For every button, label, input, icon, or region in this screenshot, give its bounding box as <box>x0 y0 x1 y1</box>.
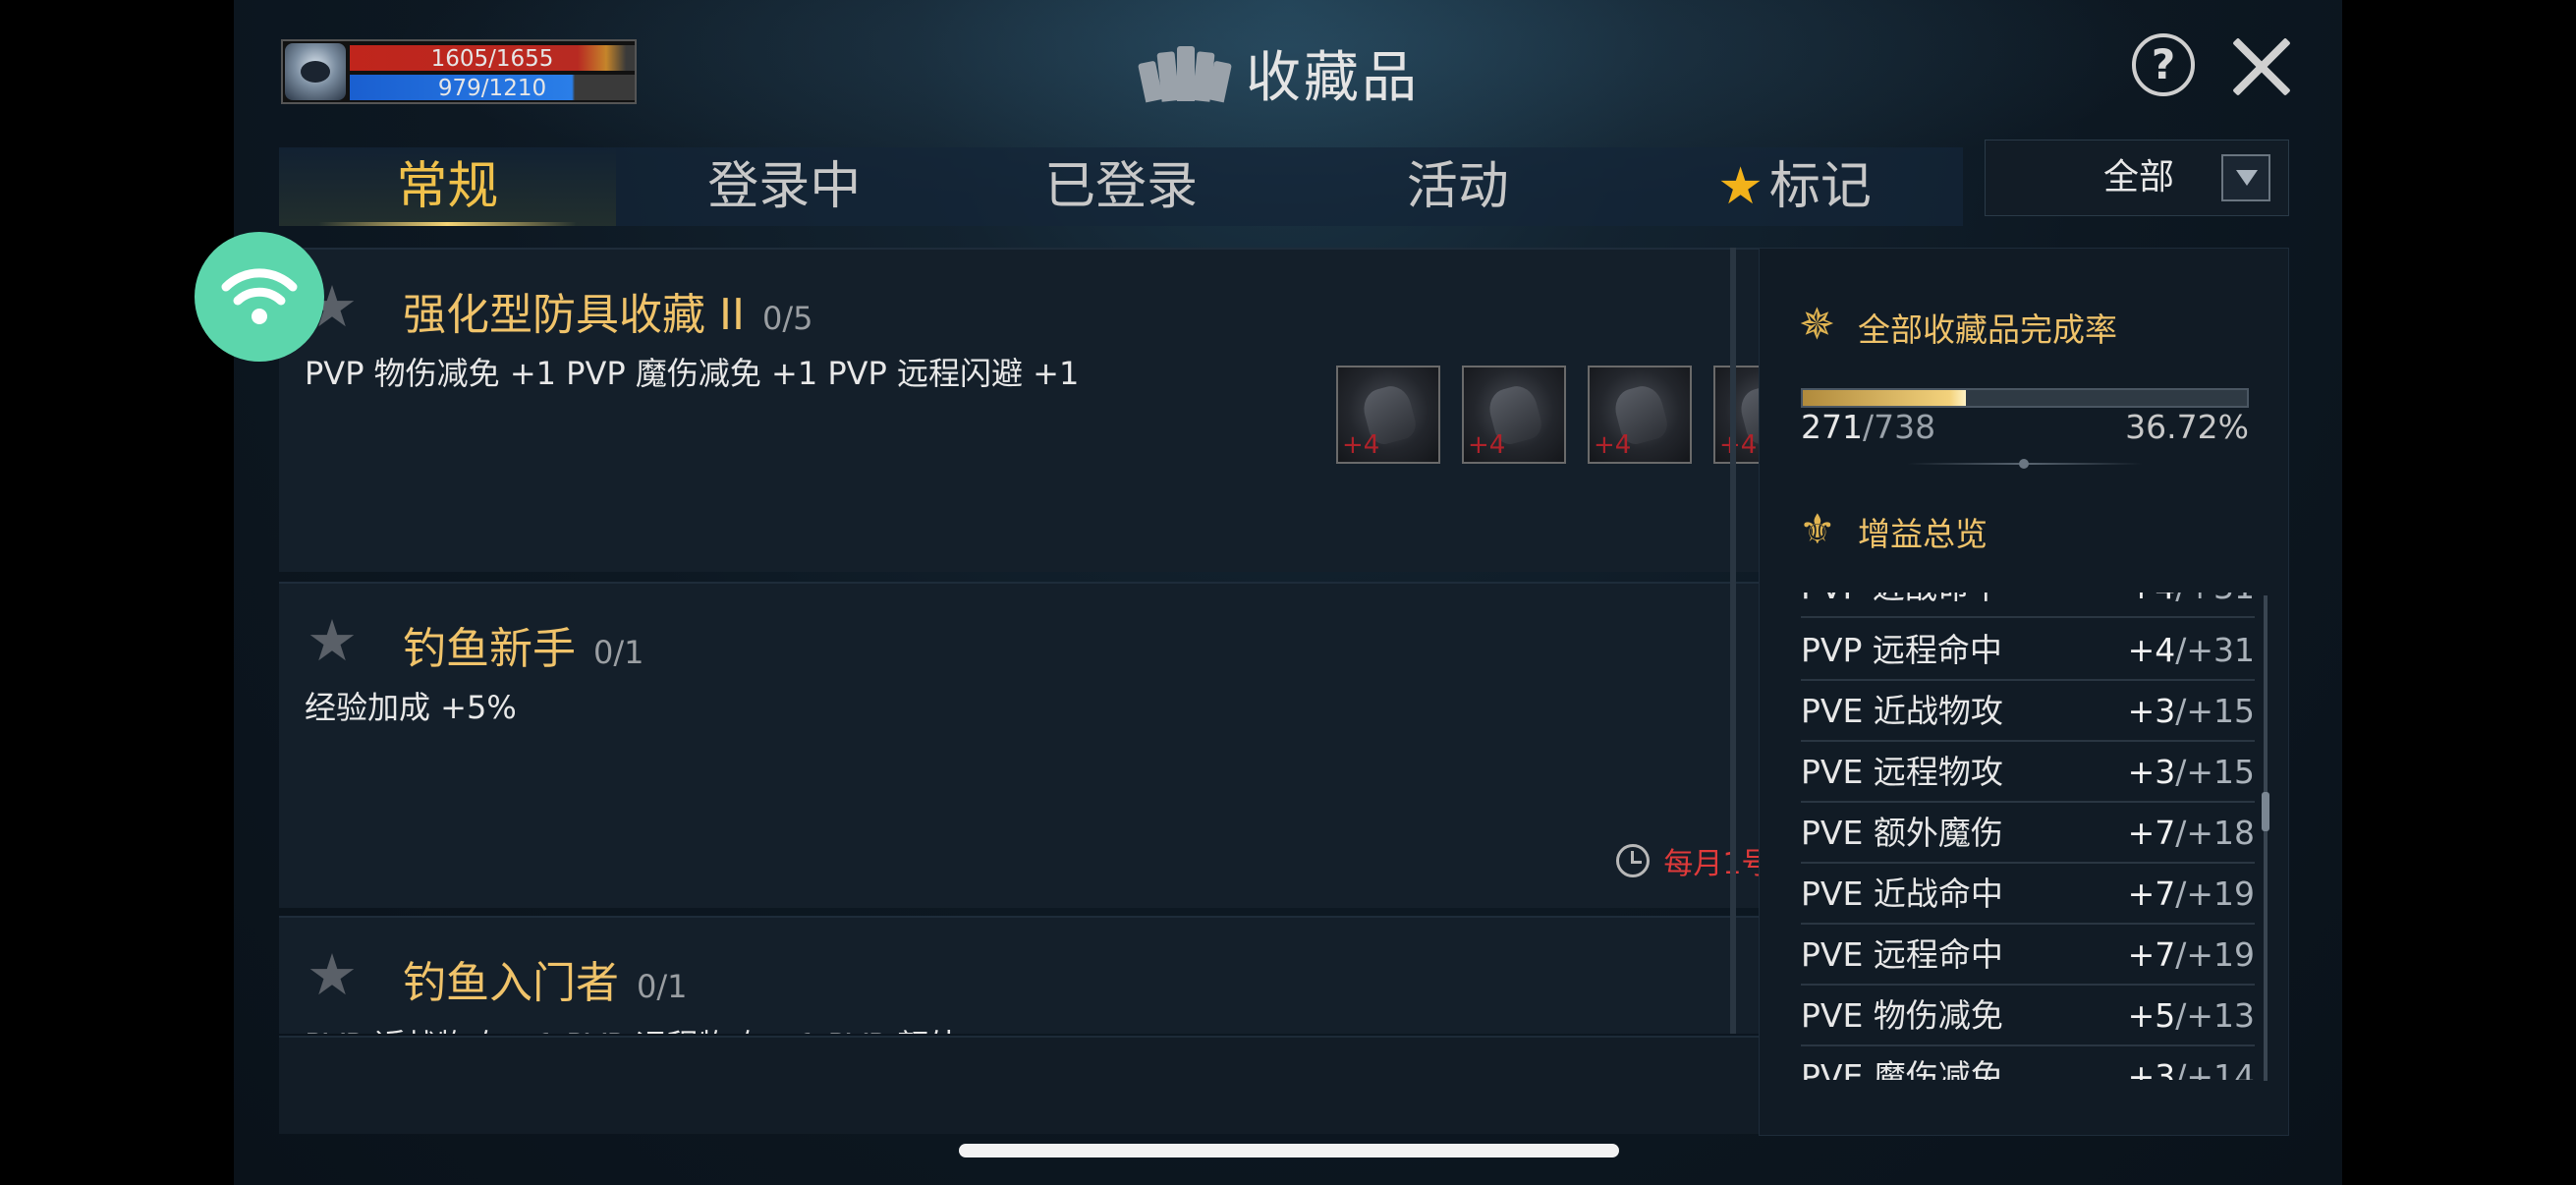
ornament-divider <box>1907 459 2143 469</box>
completion-panel: 全部收藏品完成率 271/738 36.72% 增益总览 PVP 近战命中+4/… <box>1759 248 2289 1136</box>
armor-item-slot[interactable]: +4 <box>1336 366 1440 464</box>
buff-row: PVE 近战命中 +7/+19 <box>1801 864 2255 925</box>
armor-item-slot[interactable]: +4 <box>1588 366 1692 464</box>
close-icon[interactable] <box>2228 33 2295 100</box>
armor-item-slot[interactable]: +4 <box>1462 366 1566 464</box>
buff-row: PVE 近战物攻 +3/+15 <box>1801 681 2255 742</box>
hp-text: 1605/1655 <box>430 46 554 72</box>
wifi-icon[interactable] <box>195 232 324 362</box>
collection-card[interactable]: ★ 钓鱼入门者0/1 PVP 近战物攻 +1 PVP 远程物攻 +1 PVP 额… <box>279 916 1963 1034</box>
filter-dropdown[interactable]: 全部 <box>1985 140 2289 216</box>
help-icon[interactable]: ? <box>2132 33 2195 96</box>
collection-list[interactable]: ★ 强化型防具收藏 II 0/5 PVP 物伤减免 +1 PVP 魔伤减免 +1 … <box>279 248 1977 1034</box>
buff-row: PVE 额外魔伤 +7/+18 <box>1801 803 2255 864</box>
home-indicator[interactable] <box>959 1144 1619 1157</box>
clock-icon <box>1616 844 1651 877</box>
page-title: 收藏品 <box>1246 45 1420 110</box>
tab-label: 已登录 <box>1043 157 1198 216</box>
collection-title: 钓鱼新手 0/1 <box>403 624 644 674</box>
mp-text: 979/1210 <box>437 76 547 101</box>
tab-general[interactable]: 常规 <box>279 147 616 226</box>
dropdown-arrow-icon[interactable] <box>2221 154 2270 201</box>
buff-row: PVE 远程物攻 +3/+15 <box>1801 742 2255 803</box>
progress-fill <box>1803 390 1966 406</box>
collection-title: 强化型防具收藏 II 0/5 <box>403 290 813 340</box>
completion-title: 全部收藏品完成率 <box>1858 310 2117 349</box>
filter-value: 全部 <box>2103 157 2175 198</box>
avatar[interactable] <box>285 43 346 100</box>
completion-count: 271/738 <box>1801 408 1936 446</box>
tab-registering[interactable]: 登录中 <box>616 147 953 226</box>
tab-event[interactable]: 活动 <box>1289 147 1626 226</box>
tab-registered[interactable]: 已登录 <box>953 147 1290 226</box>
tab-label: 标记 <box>1768 157 1872 216</box>
tab-label: 常规 <box>396 157 499 216</box>
buff-overview-title: 增益总览 <box>1858 515 1988 553</box>
buff-scrollbar-thumb[interactable] <box>2262 792 2269 831</box>
star-icon[interactable]: ★ <box>307 941 358 1008</box>
bottom-bar <box>279 1036 1977 1134</box>
page-header: 收藏品 <box>1138 33 1420 112</box>
buff-row: PVP 远程命中 +4/+31 <box>1801 620 2255 681</box>
buff-row: PVP 近战命中+4/+31 <box>1801 592 2255 618</box>
sun-icon <box>1799 304 1842 347</box>
mp-bar: 979/1210 <box>350 75 635 101</box>
buff-list[interactable]: PVP 近战命中+4/+31 PVP 远程命中+4/+31 PVE 近战物攻+3… <box>1801 592 2255 1080</box>
buff-row: PVE 魔伤减免 +3/+14 <box>1801 1046 2255 1080</box>
game-screen: 1605/1655 979/1210 收藏品 ? 常规 登录中 已登录 活动 ★… <box>234 0 2342 1185</box>
tab-marked[interactable]: ★ 标记 <box>1626 147 1963 226</box>
collection-count: 0/1 <box>593 634 644 671</box>
tab-bar: 常规 登录中 已登录 活动 ★ 标记 <box>279 147 1963 226</box>
fleur-de-lis-icon <box>1799 508 1842 551</box>
collection-title: 钓鱼入门者 0/1 <box>403 958 688 1008</box>
hp-bar: 1605/1655 <box>350 45 635 72</box>
tab-label: 登录中 <box>707 157 862 216</box>
collection-bonus: PVP 物伤减免 +1 PVP 魔伤减免 +1 PVP 远程闪避 +1 <box>305 355 1080 392</box>
collection-bonus: 经验加成 +5% <box>305 689 517 726</box>
tab-label: 活动 <box>1406 157 1509 216</box>
completion-percent: 36.72% <box>2125 408 2249 446</box>
list-scrollbar[interactable] <box>1730 248 1736 1034</box>
star-icon[interactable]: ★ <box>307 607 358 674</box>
collection-bonus: PVP 近战物攻 +1 PVP 远程物攻 +1 PVP 额外 <box>305 1020 1081 1034</box>
collection-count: 0/5 <box>761 300 813 337</box>
buff-scrollbar[interactable] <box>2264 595 2268 1081</box>
buff-row: PVE 物伤减免 +5/+13 <box>1801 986 2255 1046</box>
collection-card[interactable]: ★ 强化型防具收藏 II 0/5 PVP 物伤减免 +1 PVP 魔伤减免 +1 … <box>279 248 1963 572</box>
books-icon <box>1138 38 1232 107</box>
collection-count: 0/1 <box>637 968 688 1005</box>
star-icon: ★ <box>1717 157 1764 216</box>
completion-progress-bar <box>1801 388 2249 408</box>
collection-card[interactable]: ★ 钓鱼新手0/1 经验加成 +5% 10 每月1号 10:00 重置 <box>279 582 1963 908</box>
player-status[interactable]: 1605/1655 979/1210 <box>281 39 637 104</box>
buff-row: PVE 远程命中 +7/+19 <box>1801 925 2255 986</box>
